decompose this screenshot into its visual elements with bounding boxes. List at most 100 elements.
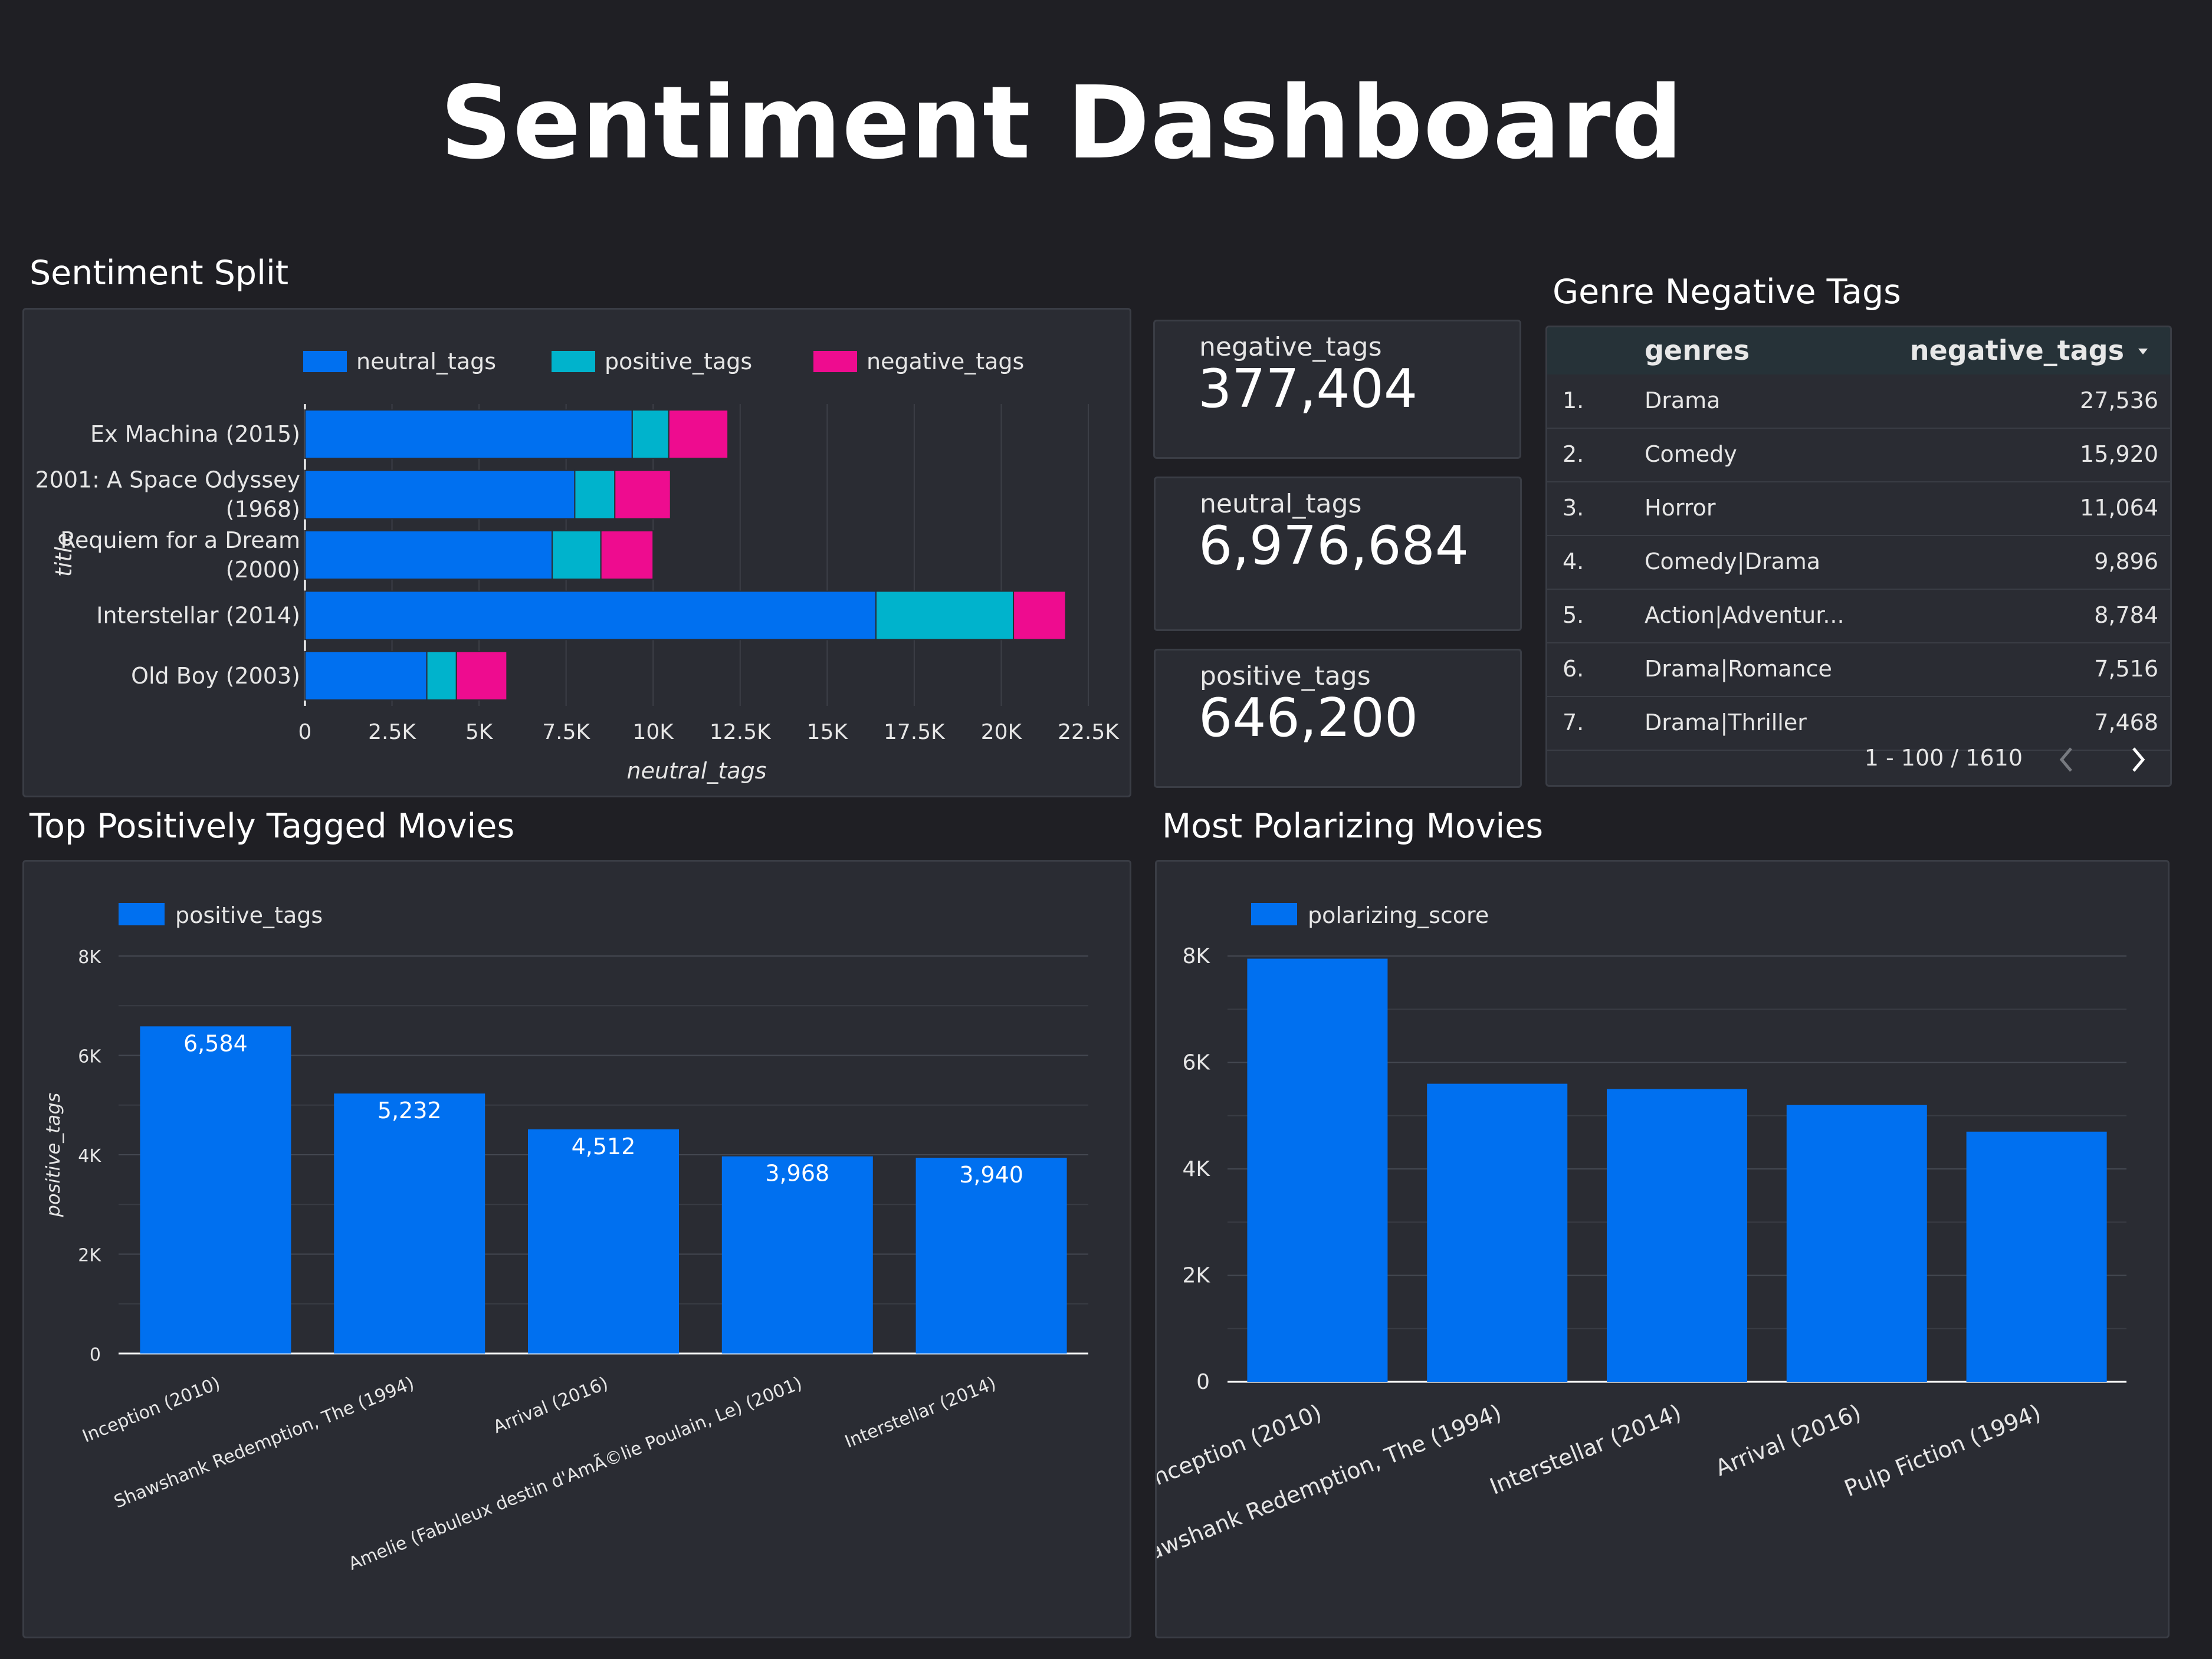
x-tick-label: 2.5K xyxy=(368,720,416,744)
category-label: Interstellar (2014) xyxy=(1486,1400,1685,1500)
kpi-card-negative: negative_tags 377,404 xyxy=(1153,320,1521,459)
bar xyxy=(1966,1131,2107,1382)
row-rank: 4. xyxy=(1563,548,1584,574)
bar-segment xyxy=(455,651,508,701)
legend-label: neutral_tags xyxy=(356,349,496,374)
x-tick-label: 17.5K xyxy=(884,720,946,744)
polarizing-chart: 02K4K6K8Kpolarizing_scoreInception (2010… xyxy=(1118,902,2126,1576)
row-rank: 2. xyxy=(1563,441,1584,467)
legend-swatch xyxy=(813,351,857,372)
table-row[interactable]: 2. Comedy 15,920 xyxy=(1547,428,2170,482)
bar-segment xyxy=(614,469,671,520)
legend-label: positive_tags xyxy=(175,902,323,928)
y-axis-label: positive_tags xyxy=(42,1093,64,1218)
row-rank: 1. xyxy=(1563,387,1584,413)
kpi-card-neutral: neutral_tags 6,976,684 xyxy=(1154,477,1522,631)
bar-segment xyxy=(1013,590,1066,640)
row-genre: Horror xyxy=(1645,495,1716,521)
caret-down-icon[interactable] xyxy=(2137,347,2149,356)
row-value: 11,064 xyxy=(2080,495,2158,521)
x-tick-label: 10K xyxy=(633,720,675,744)
row-rank: 3. xyxy=(1563,495,1584,521)
sentiment-split-panel: 0 2.5K 5K 7.5K 10K 12.5K 15K 17.5K 20K 22.5K neutr… xyxy=(22,308,1131,797)
category-label: Shawshank Redemption, The (1994) xyxy=(1157,1400,1505,1576)
row-value: 7,516 xyxy=(2094,656,2158,682)
row-value: 27,536 xyxy=(2080,387,2158,413)
y-tick-label: 4K xyxy=(1182,1157,1210,1181)
bar xyxy=(1427,1083,1568,1382)
sentiment-split-title: Sentiment Split xyxy=(29,254,289,293)
category-label: Old Boy (2003) xyxy=(131,663,300,689)
row-genre: Comedy xyxy=(1645,441,1737,467)
bar-segment xyxy=(304,651,428,701)
data-label: 3,940 xyxy=(959,1162,1023,1188)
bar-segment xyxy=(304,469,576,520)
row-genre: Comedy|Drama xyxy=(1645,548,1821,574)
chevron-right-icon[interactable] xyxy=(2129,746,2147,773)
category-label: (2000) xyxy=(226,557,300,583)
y-tick-label: 0 xyxy=(1196,1370,1210,1394)
polarizing-title: Most Polarizing Movies xyxy=(1162,807,1544,846)
table-row[interactable]: 6. Drama|Romance 7,516 xyxy=(1547,643,2170,697)
bar-segment xyxy=(426,651,457,701)
table-row[interactable]: 5. Action|Adventur... 8,784 xyxy=(1547,589,2170,643)
x-tick-label: 0 xyxy=(298,720,312,744)
row-genre: Drama|Thriller xyxy=(1645,709,1807,735)
row-rank: 5. xyxy=(1563,602,1584,628)
legend-swatch xyxy=(1251,903,1297,925)
legend-swatch xyxy=(552,351,595,372)
row-genre: Action|Adventur... xyxy=(1645,602,1845,628)
kpi-card-positive: positive_tags 646,200 xyxy=(1154,649,1522,788)
x-tick-label: 12.5K xyxy=(710,720,772,744)
row-rank: 7. xyxy=(1563,709,1584,735)
chevron-left-icon[interactable] xyxy=(2058,746,2076,773)
x-tick-label: 20K xyxy=(981,720,1023,744)
bar xyxy=(528,1129,679,1354)
bar xyxy=(1247,958,1388,1382)
bar-segment xyxy=(552,530,602,580)
kpi-value: 646,200 xyxy=(1199,687,1419,749)
data-label: 6,584 xyxy=(183,1030,248,1056)
x-tick-label: 15K xyxy=(807,720,849,744)
row-value: 8,784 xyxy=(2094,602,2158,628)
y-tick-label: 2K xyxy=(78,1246,101,1266)
table-row[interactable]: 7. Drama|Thriller 7,468 xyxy=(1547,697,2170,751)
bar xyxy=(334,1093,485,1354)
category-label: Interstellar (2014) xyxy=(96,602,300,628)
y-tick-label: 8K xyxy=(1182,944,1210,968)
legend-label: negative_tags xyxy=(867,349,1024,374)
row-value: 7,468 xyxy=(2094,709,2158,735)
genre-negative-title: Genre Negative Tags xyxy=(1553,272,1901,311)
category-label: Pulp Fiction (1994) xyxy=(1840,1400,2044,1502)
x-tick-label: 5K xyxy=(465,720,494,744)
pagination-label: 1 - 100 / 1610 xyxy=(1864,745,2023,771)
category-label: Arrival (2016) xyxy=(1712,1400,1865,1481)
column-header-genres[interactable]: genres xyxy=(1645,334,1750,366)
bar-segment xyxy=(574,469,616,520)
x-tick-label: 22.5K xyxy=(1058,720,1120,744)
bar-segment xyxy=(668,409,729,459)
table-row[interactable]: 3. Horror 11,064 xyxy=(1547,482,2170,536)
table-row[interactable]: 1. Drama 27,536 xyxy=(1547,374,2170,429)
table-row[interactable]: 4. Comedy|Drama 9,896 xyxy=(1547,536,2170,590)
bar-segment xyxy=(600,530,654,580)
dashboard-title: Sentiment Dashboard xyxy=(440,65,1683,182)
y-axis-label: title xyxy=(51,533,77,577)
top-positive-chart: 0 2K 4K 6K 8K positive_tags 6,584 Inception (20… xyxy=(42,902,1088,1575)
legend-label: polarizing_score xyxy=(1308,902,1489,928)
column-header-negative-tags[interactable]: negative_tags xyxy=(1910,334,2124,366)
category-label: Arrival (2016) xyxy=(490,1373,611,1438)
y-tick-label: 6K xyxy=(78,1047,101,1067)
bar xyxy=(1607,1089,1747,1382)
sentiment-split-chart: 0 2.5K 5K 7.5K 10K 12.5K 15K 17.5K 20K 22.5K neutr… xyxy=(35,349,1120,784)
category-label: Inception (2010) xyxy=(80,1373,224,1447)
bar-segment xyxy=(304,530,553,580)
y-tick-label: 6K xyxy=(1182,1051,1210,1075)
top-positive-title: Top Positively Tagged Movies xyxy=(29,807,515,846)
bar xyxy=(140,1026,291,1354)
category-label: Requiem for a Dream xyxy=(60,527,300,553)
legend-swatch xyxy=(303,351,347,372)
kpi-value: 377,404 xyxy=(1198,358,1418,420)
y-tick-label: 8K xyxy=(78,947,101,968)
genre-table: genres negative_tags 1. Drama 27,536 2. Come… xyxy=(1545,326,2172,787)
